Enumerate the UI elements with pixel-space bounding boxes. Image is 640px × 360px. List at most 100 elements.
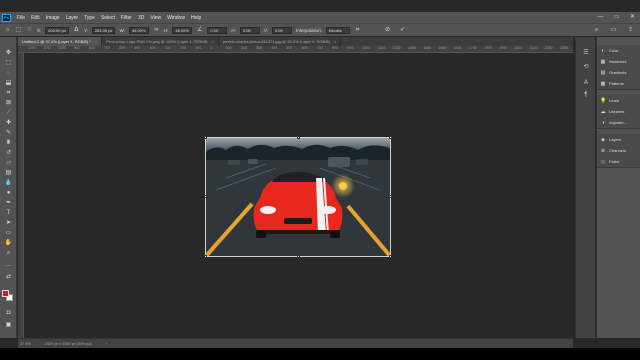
transform-handle-tr[interactable] xyxy=(389,136,392,139)
transform-bounding-box[interactable] xyxy=(204,136,392,258)
shape-tool-icon[interactable]: ▭ xyxy=(4,229,13,237)
gradient-tool-icon[interactable]: ▤ xyxy=(4,169,13,177)
menu-type[interactable]: Type xyxy=(81,15,98,21)
menu-filter[interactable]: Filter xyxy=(118,15,135,21)
commit-transform-icon[interactable]: ✓ xyxy=(399,27,406,34)
properties-icon[interactable]: ☰ xyxy=(582,49,590,57)
menu-image[interactable]: Image xyxy=(43,15,63,21)
frame-tool-icon[interactable]: ⊠ xyxy=(4,99,13,107)
dodge-tool-icon[interactable]: ● xyxy=(4,189,13,197)
panel-gradients[interactable]: ▤ Gradients xyxy=(597,67,640,78)
history-icon[interactable]: ⟲ xyxy=(582,63,590,71)
y-field[interactable]: 283.00 px xyxy=(91,26,116,34)
crop-tool-icon[interactable]: ⌗ xyxy=(4,89,13,97)
close-icon[interactable]: × xyxy=(334,39,336,44)
stamp-tool-icon[interactable]: ♜ xyxy=(4,139,13,147)
quick-mask-icon[interactable]: ◘ xyxy=(4,309,13,317)
panel-patterns[interactable]: ▩ Patterns xyxy=(597,78,640,89)
menu-help[interactable]: Help xyxy=(188,15,204,21)
close-icon[interactable]: ✕ xyxy=(629,13,636,21)
tab-untitled-1[interactable]: Untitled-1 @ 37.4% (Layer 1, RGB/8) * × xyxy=(18,37,103,46)
close-icon[interactable]: × xyxy=(212,39,214,44)
tab-photoshop-logo[interactable]: Photoshop Logo PNG Pic.png @ 100% (Layer… xyxy=(102,37,219,46)
menu-3d[interactable]: 3D xyxy=(135,15,147,21)
lasso-tool-icon[interactable]: ◌ xyxy=(4,69,13,77)
workspace-icon[interactable]: ▭ xyxy=(610,27,617,34)
transform-handle-r[interactable] xyxy=(389,195,392,198)
panel-channels[interactable]: ⊚ Channels xyxy=(597,145,640,156)
history-brush-icon[interactable]: ↺ xyxy=(4,149,13,157)
hand-tool-icon[interactable]: ✋ xyxy=(4,239,13,247)
photoshop-window: Ps File Edit Image Layer Type Select Fil… xyxy=(0,0,640,348)
vskew-field[interactable]: 0.00 xyxy=(271,26,292,34)
canvas-workspace[interactable] xyxy=(25,54,573,338)
hskew-label: H: xyxy=(231,27,236,33)
marquee-tool-icon[interactable]: ⬚ xyxy=(4,59,13,67)
angle-field[interactable]: 0.00 xyxy=(207,26,228,34)
panel-swatches[interactable]: ▦ Swatches xyxy=(597,56,640,67)
hskew-field[interactable]: 0.00 xyxy=(239,26,260,34)
move-tool-icon[interactable]: ✥ xyxy=(4,49,13,57)
path-select-tool-icon[interactable]: ➤ xyxy=(4,219,13,227)
transform-handle-t[interactable] xyxy=(297,136,300,139)
paragraph-icon[interactable]: ¶ xyxy=(582,91,590,99)
menu-file[interactable]: File xyxy=(14,15,28,21)
type-tool-icon[interactable]: T xyxy=(4,209,13,217)
horizontal-ruler[interactable]: 1200 1100 1000 900 800 700 600 500 400 300 200 100 0… xyxy=(18,46,573,53)
share-icon[interactable]: ⇪ xyxy=(627,27,634,34)
window-controls: — ▭ ✕ xyxy=(597,13,636,21)
transform-handle-tl[interactable] xyxy=(204,136,207,139)
home-icon[interactable]: ⌂ xyxy=(4,27,11,34)
tab-pexels-car[interactable]: pexels-charles-kettor-811471.jpg @ 33.3%… xyxy=(218,37,342,46)
transform-handle-br[interactable] xyxy=(389,255,392,258)
blur-tool-icon[interactable]: 💧 xyxy=(4,179,13,187)
screen-mode-icon[interactable]: ▣ xyxy=(4,321,13,329)
panel-layers[interactable]: ◈ Layers xyxy=(597,134,640,145)
delta-icon[interactable]: Δ xyxy=(73,27,80,34)
search-icon[interactable]: ⌕ xyxy=(593,27,600,34)
warp-icon[interactable]: ⌗ xyxy=(354,27,361,34)
panel-libraries[interactable]: ☁ Libraries xyxy=(597,106,640,117)
document-size: 1920 px x 1080 px (300 ppi) xyxy=(44,341,92,346)
edit-toolbar-icon[interactable]: ⇄ xyxy=(4,273,13,281)
character-icon[interactable]: A xyxy=(582,79,590,87)
channels-icon: ⊚ xyxy=(600,147,606,154)
x-field[interactable]: 600.00 px xyxy=(45,26,69,34)
eraser-tool-icon[interactable]: ▱ xyxy=(4,159,13,167)
panel-color[interactable]: ◐ Color xyxy=(597,45,640,56)
cancel-transform-icon[interactable]: ⊘ xyxy=(384,27,391,34)
interpolation-select[interactable]: Bicubic xyxy=(325,26,350,34)
adjustments-icon: ◑ xyxy=(601,119,605,126)
pen-tool-icon[interactable]: ✒ xyxy=(4,199,13,207)
panel-adjustments[interactable]: ◑ Adjustm... xyxy=(597,117,640,128)
reference-point-icon[interactable]: ⁙ xyxy=(26,27,33,34)
transform-tool-icon[interactable]: ⬚ xyxy=(15,27,22,34)
eyedropper-tool-icon[interactable]: ⟋ xyxy=(4,109,13,117)
menu-edit[interactable]: Edit xyxy=(28,15,43,21)
maximize-icon[interactable]: ▭ xyxy=(613,13,620,21)
status-arrow-icon[interactable]: › xyxy=(106,342,107,346)
transform-handle-bl[interactable] xyxy=(204,255,207,258)
healing-tool-icon[interactable]: ✚ xyxy=(4,119,13,127)
zoom-tool-icon[interactable]: ⌕ xyxy=(4,249,13,257)
minimize-icon[interactable]: — xyxy=(597,13,604,21)
object-select-tool-icon[interactable]: ⬓ xyxy=(4,79,13,87)
brush-tool-icon[interactable]: ✎ xyxy=(4,129,13,137)
menu-bar: Ps File Edit Image Layer Type Select Fil… xyxy=(0,12,640,23)
menu-view[interactable]: View xyxy=(147,15,164,21)
close-icon[interactable]: × xyxy=(95,39,97,44)
menu-window[interactable]: Window xyxy=(164,15,188,21)
vertical-ruler[interactable] xyxy=(18,53,24,338)
foreground-color-swatch[interactable] xyxy=(2,290,9,297)
zoom-level[interactable]: 37.4% xyxy=(20,342,31,346)
menu-layer[interactable]: Layer xyxy=(63,15,82,21)
height-field[interactable]: 46.00% xyxy=(172,26,193,34)
transform-handle-l[interactable] xyxy=(204,195,207,198)
panel-learn[interactable]: 💡 Learn xyxy=(597,95,640,106)
link-icon[interactable]: ∞ xyxy=(153,27,160,34)
panel-paths[interactable]: ◇ Paths xyxy=(597,156,640,167)
transform-handle-b[interactable] xyxy=(297,255,300,258)
width-field[interactable]: 46.00% xyxy=(128,26,149,34)
menu-select[interactable]: Select xyxy=(98,15,118,21)
more-tools-icon[interactable]: … xyxy=(4,261,13,269)
